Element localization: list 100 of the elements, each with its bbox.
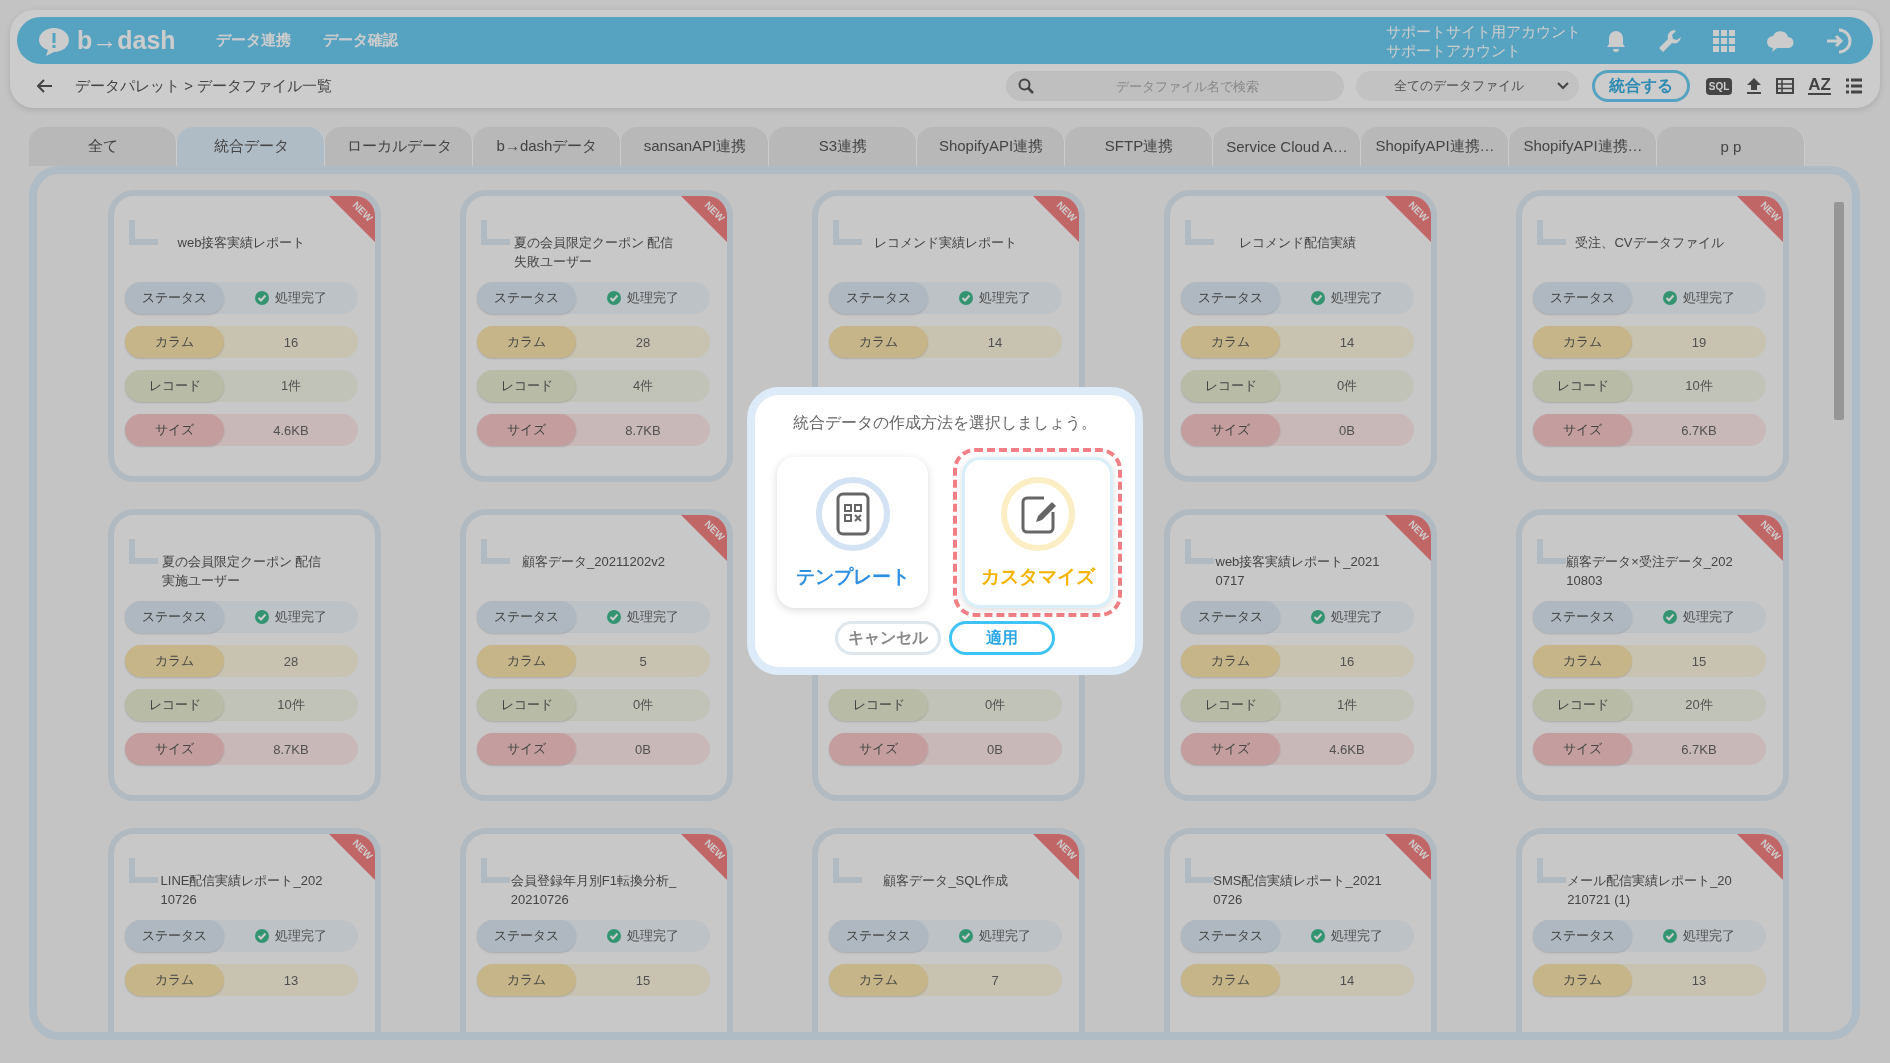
data-file-card[interactable]: 夏の会員限定クーポン 配信 実施ユーザー ステータス 処理完了 カラム 28 レコード 10件 サイズ 8.7KB <box>108 509 381 801</box>
row-value: 15 <box>635 972 651 988</box>
row-value: 処理完了 <box>1331 608 1383 626</box>
row-value: 6.7KB <box>1681 741 1717 757</box>
upload-icon[interactable] <box>1746 77 1763 95</box>
logout-icon[interactable] <box>1825 27 1853 54</box>
bell-icon[interactable] <box>1605 28 1627 53</box>
check-icon <box>1663 291 1677 305</box>
row-value: 処理完了 <box>979 289 1031 307</box>
table-icon[interactable] <box>1776 78 1795 94</box>
file-title: 210721 (1) <box>1567 891 1631 909</box>
row-value: 8.7KB <box>273 741 309 757</box>
row-value: 処理完了 <box>627 289 679 307</box>
file-title: LINE配信実績レポート_202 <box>160 872 323 890</box>
row-value: 28 <box>283 653 299 669</box>
row-value: 16 <box>1339 653 1355 669</box>
tab[interactable]: 全て <box>29 127 177 166</box>
file-title: 実施ユーザー <box>161 572 240 590</box>
row-value: 20件 <box>1685 696 1713 714</box>
tab[interactable]: ShopifyAPI連携 <box>917 127 1065 166</box>
tab[interactable]: ShopifyAPI連携… <box>1361 127 1509 166</box>
account-name: サポートアカウント <box>1386 40 1522 60</box>
check-icon <box>1311 291 1325 305</box>
check-icon <box>959 291 973 305</box>
row-value: 0件 <box>1336 377 1358 395</box>
check-icon <box>1663 610 1677 624</box>
tab[interactable]: ShopifyAPI連携… <box>1509 127 1657 166</box>
file-title: 0717 <box>1215 572 1245 590</box>
row-label: レコード <box>125 689 224 721</box>
file-title: 会員登録年月別F1転換分析_ <box>510 872 677 890</box>
row-value: 0B <box>635 741 651 757</box>
row-label: サイズ <box>1533 733 1632 765</box>
tab[interactable]: ローカルデータ <box>325 127 473 166</box>
row-value: 処理完了 <box>275 927 327 945</box>
option-card[interactable]: テンプレート <box>777 457 928 608</box>
tab[interactable]: S3連携 <box>769 127 917 166</box>
row-value: 0件 <box>984 696 1006 714</box>
row-value: 処理完了 <box>1683 927 1735 945</box>
row-label: カラム <box>1533 645 1632 677</box>
cancel-button[interactable]: キャンセル <box>835 621 941 655</box>
apply-button[interactable]: 適用 <box>949 621 1055 655</box>
row-label: ステータス <box>1533 920 1632 952</box>
row-label: レコード <box>477 689 576 721</box>
list-icon[interactable] <box>1845 78 1863 94</box>
row-value: 処理完了 <box>1331 289 1383 307</box>
row-value: 14 <box>1339 334 1355 350</box>
row-value: 5 <box>639 653 647 669</box>
row-label: レコード <box>829 689 928 721</box>
chevron-down-icon <box>1556 82 1569 90</box>
row-value: 0B <box>1339 422 1355 438</box>
row-value: 14 <box>987 334 1003 350</box>
wrench-icon[interactable] <box>1657 27 1683 54</box>
row-label: レコード <box>1181 370 1280 402</box>
tab[interactable]: p p <box>1657 127 1805 166</box>
row-label: サイズ <box>1181 733 1280 765</box>
row-label: レコード <box>1181 689 1280 721</box>
breadcrumb: データパレット > データファイル一覧 <box>75 76 333 96</box>
row-value: 16 <box>283 334 299 350</box>
row-value: 処理完了 <box>275 608 327 626</box>
row-value: 4件 <box>632 377 654 395</box>
tab[interactable]: b→dashデータ <box>473 127 621 166</box>
tab[interactable]: sansanAPI連携 <box>621 127 769 166</box>
row-label: レコード <box>477 370 576 402</box>
tab[interactable]: SFTP連携 <box>1065 127 1213 166</box>
file-title: メール配信実績レポート_20 <box>1567 872 1732 890</box>
row-label: ステータス <box>1181 601 1280 633</box>
row-value: 6.7KB <box>1681 422 1717 438</box>
row-label: カラム <box>125 964 224 996</box>
file-title: 失敗ユーザー <box>513 253 592 271</box>
row-value: 処理完了 <box>1683 289 1735 307</box>
file-title: SMS配信実績レポート_2021 <box>1213 872 1382 890</box>
row-value: 処理完了 <box>979 927 1031 945</box>
tab[interactable]: Service Cloud A… <box>1213 127 1361 166</box>
row-label: サイズ <box>1533 414 1632 446</box>
row-label: ステータス <box>125 601 224 633</box>
row-label: ステータス <box>829 920 928 952</box>
check-icon <box>607 291 621 305</box>
file-filter-dropdown[interactable]: 全てのデータファイル <box>1355 71 1579 101</box>
back-icon[interactable] <box>37 79 53 93</box>
row-label: ステータス <box>1181 282 1280 314</box>
row-label: カラム <box>829 326 928 358</box>
row-value: 処理完了 <box>1331 927 1383 945</box>
file-title: 夏の会員限定クーポン 配信 <box>161 553 322 571</box>
row-label: サイズ <box>829 733 928 765</box>
row-value: 処理完了 <box>627 927 679 945</box>
sql-icon[interactable]: SQL <box>1705 77 1733 95</box>
row-value: 0B <box>987 741 1003 757</box>
row-label: ステータス <box>477 920 576 952</box>
row-label: サイズ <box>125 733 224 765</box>
check-icon <box>959 929 973 943</box>
tab[interactable]: 統合データ <box>177 127 325 166</box>
file-title: 顧客データ_20211202v2 <box>522 553 665 571</box>
row-label: カラム <box>477 964 576 996</box>
apps-grid-icon[interactable] <box>1713 29 1735 52</box>
row-label: ステータス <box>1533 601 1632 633</box>
row-value: 1件 <box>1336 696 1358 714</box>
row-label: カラム <box>1533 326 1632 358</box>
speech-bubble-icon <box>37 25 71 56</box>
row-value: 1件 <box>280 377 302 395</box>
file-title: web接客実績レポート <box>177 234 306 252</box>
